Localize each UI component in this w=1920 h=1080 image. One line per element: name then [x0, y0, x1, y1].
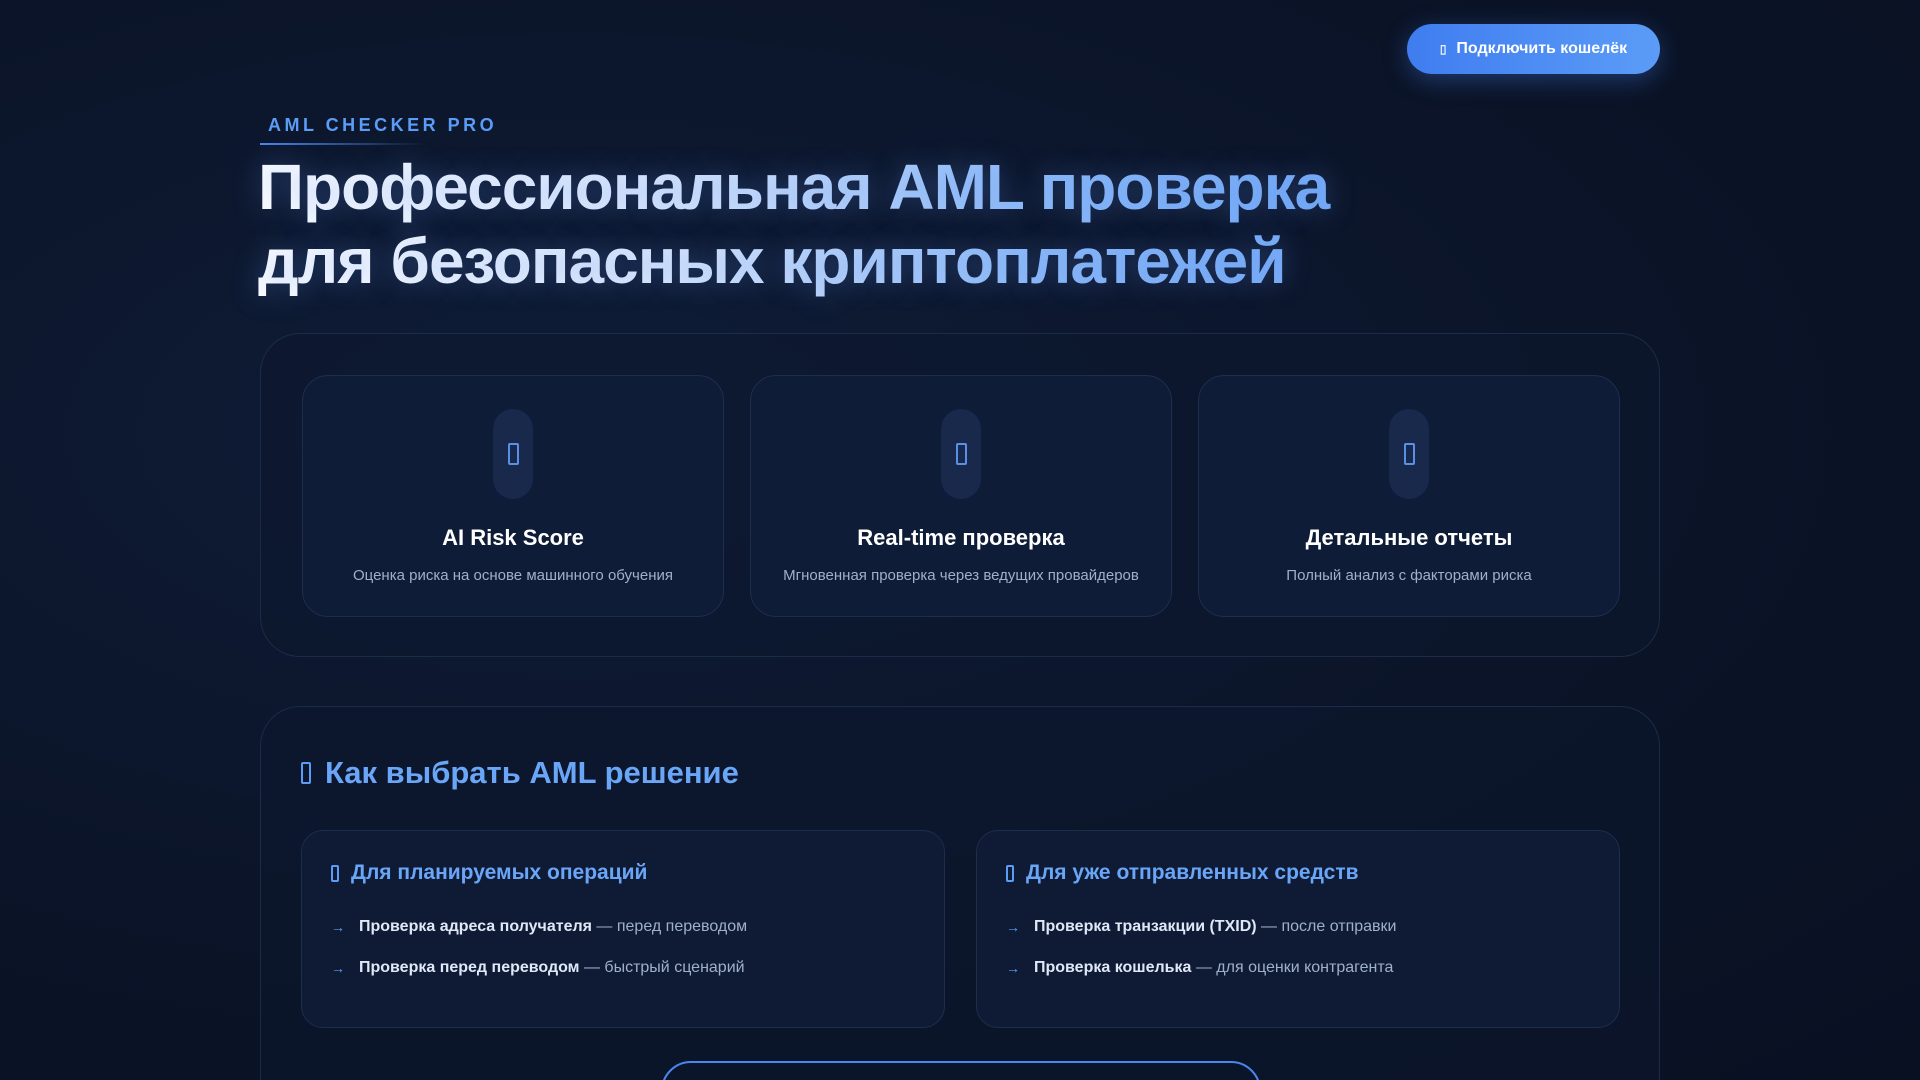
brain-icon: [493, 409, 533, 499]
arrow-right-icon: →: [1006, 919, 1020, 935]
guide-item: → Проверка транзакции (TXID) — после отп…: [1006, 918, 1397, 936]
guide-card-sent: Для уже отправленных средств → Проверка …: [976, 830, 1620, 1028]
lightbulb-icon: [301, 762, 311, 784]
arrow-right-icon: →: [1006, 960, 1020, 976]
feature-desc: Оценка риска на основе машинного обучени…: [353, 567, 673, 584]
guide-item-text: Проверка перед переводом — быстрый сцена…: [359, 959, 745, 977]
guide-item-bold: Проверка кошелька: [1034, 959, 1192, 976]
feature-card-ai-risk: AI Risk Score Оценка риска на основе маш…: [302, 375, 724, 617]
feature-card-reports: Детальные отчеты Полный анализ с фактора…: [1198, 375, 1620, 617]
arrow-right-icon: →: [331, 919, 345, 935]
page: ▯ Подключить кошелёк AML CHECKER PRO Про…: [0, 0, 1920, 1080]
guide-item-rest: — после отправки: [1261, 918, 1397, 935]
guide-item-rest: — перед переводом: [596, 918, 748, 935]
guide-item: → Проверка кошелька — для оценки контраг…: [1006, 959, 1393, 977]
feature-desc: Мгновенная проверка через ведущих провай…: [783, 567, 1139, 584]
chart-icon: [1389, 409, 1429, 499]
search-icon: [1006, 864, 1014, 882]
feature-desc: Полный анализ с факторами риска: [1286, 567, 1532, 584]
guide-panel: Как выбрать AML решение Для планируемых …: [260, 706, 1660, 1080]
feature-title: Real-time проверка: [857, 525, 1065, 550]
guide-item-text: Проверка транзакции (TXID) — после отпра…: [1034, 918, 1397, 936]
guide-item-text: Проверка адреса получателя — перед перев…: [359, 918, 747, 936]
guide-item-bold: Проверка транзакции (TXID): [1034, 918, 1257, 935]
guide-card-title-text: Для планируемых операций: [351, 861, 648, 884]
guide-item-rest: — для оценки контрагента: [1195, 959, 1394, 976]
guide-heading-text: Как выбрать AML решение: [325, 755, 739, 790]
guide-item-text: Проверка кошелька — для оценки контраген…: [1034, 959, 1393, 977]
features-panel: AI Risk Score Оценка риска на основе маш…: [260, 333, 1660, 657]
wallet-icon: ▯: [1439, 42, 1447, 56]
guide-item-bold: Проверка перед переводом: [359, 959, 580, 976]
cta-button[interactable]: [661, 1061, 1261, 1080]
guide-heading: Как выбрать AML решение: [301, 755, 739, 791]
guide-item-bold: Проверка адреса получателя: [359, 918, 592, 935]
guide-card-planned: Для планируемых операций → Проверка адре…: [301, 830, 945, 1028]
lightning-icon: [941, 409, 981, 499]
guide-card-title: Для планируемых операций: [331, 861, 647, 885]
brand-underline: [260, 143, 425, 145]
brand-badge: AML CHECKER PRO: [268, 114, 498, 135]
feature-card-realtime: Real-time проверка Мгновенная проверка ч…: [750, 375, 1172, 617]
guide-card-title: Для уже отправленных средств: [1006, 861, 1359, 885]
feature-title: AI Risk Score: [442, 525, 584, 550]
connect-wallet-label: Подключить кошелёк: [1456, 40, 1628, 57]
hero-title-line-2: для безопасных криптоплатежей: [258, 225, 1287, 297]
calendar-icon: [331, 864, 339, 882]
feature-title: Детальные отчеты: [1305, 525, 1513, 550]
guide-item: → Проверка перед переводом — быстрый сце…: [331, 959, 745, 977]
guide-item: → Проверка адреса получателя — перед пер…: [331, 918, 747, 936]
guide-card-title-text: Для уже отправленных средств: [1026, 861, 1359, 884]
hero-title: Профессиональная AML проверка для безопа…: [258, 150, 1458, 298]
guide-item-rest: — быстрый сценарий: [583, 959, 745, 976]
arrow-right-icon: →: [331, 960, 345, 976]
hero-title-line-1: Профессиональная AML проверка: [258, 151, 1330, 223]
connect-wallet-button[interactable]: ▯ Подключить кошелёк: [1407, 24, 1660, 74]
